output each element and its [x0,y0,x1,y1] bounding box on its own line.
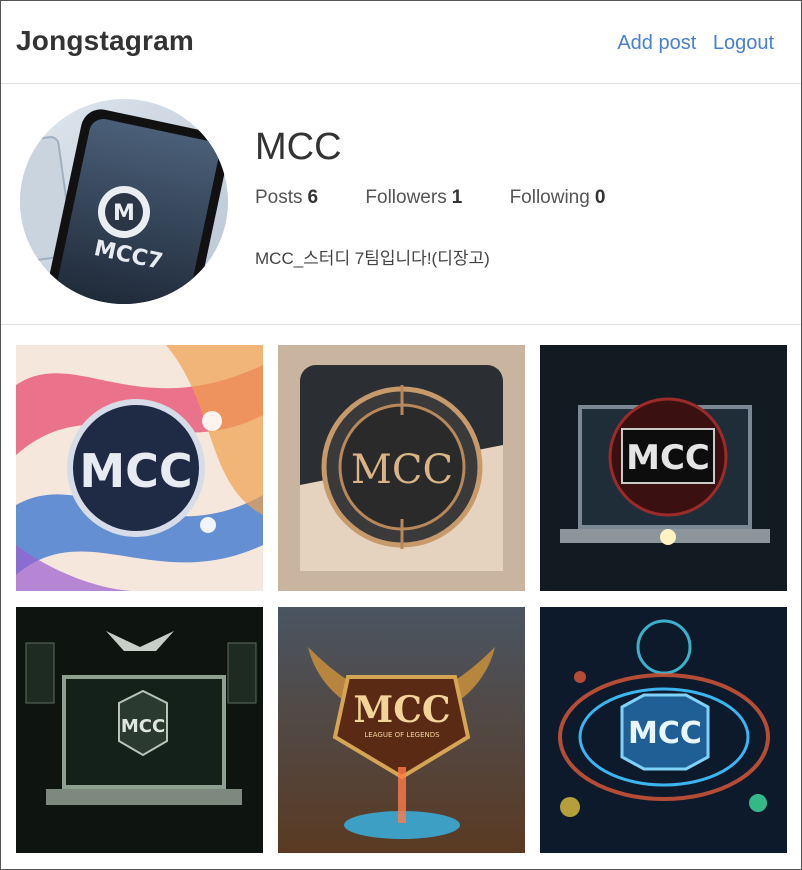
post-thumbnail[interactable]: MCC [16,345,263,591]
post-thumbnail[interactable]: MCC [16,607,263,853]
svg-text:MCC: MCC [121,716,165,737]
post-thumbnail[interactable]: MCC LEAGUE OF LEGENDS [278,607,525,853]
profile-username: MCC [255,126,342,168]
profile-header: M MCC7 MCC Posts 6 Followers 1 Following 0 … [1,84,801,325]
svg-text:MCC: MCC [628,716,702,751]
svg-text:MCC: MCC [79,444,192,498]
post-thumbnail[interactable]: MCC [540,607,787,853]
post-thumbnail[interactable]: MCC [540,345,787,591]
post-thumbnail[interactable]: MCC [278,345,525,591]
stat-following[interactable]: Following 0 [510,187,606,209]
add-post-link[interactable]: Add post [617,32,696,54]
app-window: Jongstagram Add post Logout M MCC7 MCC P… [0,0,802,870]
svg-text:LEAGUE OF LEGENDS: LEAGUE OF LEGENDS [364,731,440,739]
top-navbar: Jongstagram Add post Logout [1,1,801,84]
logout-link[interactable]: Logout [713,32,774,54]
profile-stats: Posts 6 Followers 1 Following 0 [255,187,647,209]
brand-logo[interactable]: Jongstagram [16,25,194,57]
stat-followers[interactable]: Followers 1 [365,187,462,209]
stat-posts: Posts 6 [255,187,319,208]
svg-text:MCC: MCC [351,447,453,493]
svg-text:MCC: MCC [353,689,450,731]
avatar: M MCC7 [20,99,228,304]
svg-text:MCC: MCC [626,438,710,478]
svg-text:M: M [113,201,135,226]
nav-links: Add post Logout [606,32,774,55]
profile-bio: MCC_스터디 7팀입니다!(디장고) [255,249,490,268]
